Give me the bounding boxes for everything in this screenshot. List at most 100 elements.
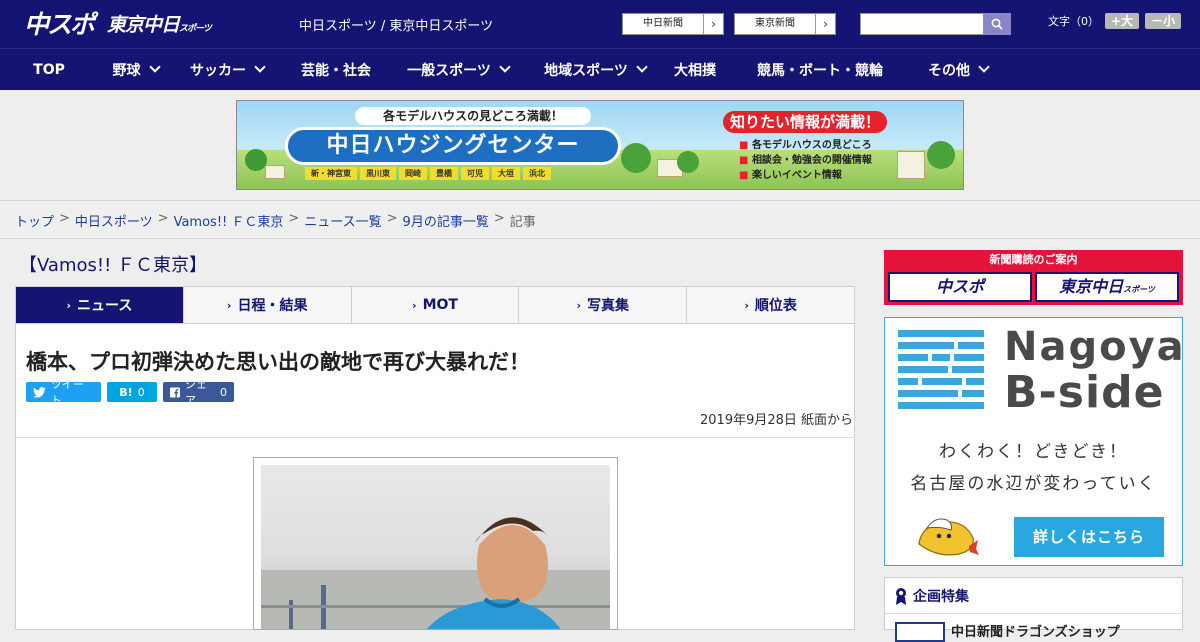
nav-item-entertainment[interactable]: 芸能・社会 — [281, 49, 391, 90]
ribbon-icon — [896, 587, 906, 605]
banner-area: 新・神宮東 — [305, 167, 357, 180]
tab-news[interactable]: › ニュース — [16, 287, 183, 331]
banner-area: 豊橋 — [430, 167, 458, 180]
banner-right-title: 知りたい情報が満載！ — [723, 111, 887, 133]
tab-standings[interactable]: › 順位表 — [686, 287, 854, 323]
house-decoration — [897, 151, 925, 179]
breadcrumb-separator: > — [59, 211, 70, 226]
chevron-down-icon — [148, 61, 161, 73]
chevron-down-icon — [978, 61, 990, 73]
main-nav: TOP 野球 サッカー 芸能・社会 一般スポーツ 地域スポーツ 大相撲 競馬・ボ… — [0, 48, 1200, 90]
bside-title: B-side — [1004, 367, 1165, 418]
twitter-bird-icon — [33, 386, 46, 398]
logo-chuspo[interactable]: 中スポ — [24, 5, 95, 41]
chevron-right-icon: › — [703, 14, 723, 34]
font-larger-button[interactable]: +大 — [1105, 13, 1140, 29]
fried-shrimp-mascot-icon — [918, 518, 979, 556]
nagoya-bside-ad[interactable]: Nagoya B-side わくわく！どきどき！ 名古屋の水辺が変わっていく 詳… — [884, 317, 1186, 566]
player-photo-illustration — [261, 517, 610, 629]
banner-feature: 各モデルハウスの見どころ — [739, 138, 872, 153]
breadcrumb-link-chunichi-sports[interactable]: 中日スポーツ — [75, 211, 153, 230]
nav-item-racing[interactable]: 競馬・ボート・競輪 — [725, 49, 915, 90]
search-input[interactable] — [860, 13, 983, 35]
breadcrumb-link-september[interactable]: 9月の記事一覧 — [403, 211, 489, 230]
article-photo[interactable] — [253, 457, 618, 630]
nagoya-copy-2: 名古屋の水辺が変わっていく — [910, 474, 1157, 494]
nav-item-top[interactable]: TOP — [0, 49, 98, 90]
chevron-right-icon: › — [412, 298, 417, 312]
hatena-icon: B! — [119, 385, 133, 399]
chevron-right-icon: › — [226, 298, 232, 312]
breadcrumb-link-top[interactable]: トップ — [15, 211, 54, 230]
tree-decoration — [927, 141, 955, 169]
special-features-header: 企画特集 — [885, 578, 1182, 614]
special-feature-item[interactable]: 中日新聞ドラゴンズショップ — [951, 621, 1120, 640]
house-decoration — [265, 165, 285, 179]
nav-item-local-sports[interactable]: 地域スポーツ — [525, 49, 665, 90]
tree-decoration — [621, 143, 651, 173]
facebook-icon — [170, 387, 180, 397]
nav-item-soccer[interactable]: サッカー — [173, 49, 281, 90]
subscription-box: 新聞購読のご案内 中スポ 東京中日スポーツ — [884, 250, 1183, 305]
special-features-box: 企画特集 中日新聞ドラゴンズショップ — [884, 577, 1183, 642]
housing-center-banner[interactable]: 各モデルハウスの見どころ満載！ 中日ハウジングセンター 新・神宮東 黒川東 岡崎… — [236, 100, 964, 190]
breadcrumb: トップ > 中日スポーツ > Vamos!! ＦＣ東京 > ニュース一覧 > 9… — [15, 211, 536, 230]
banner-feature: 楽しいイベント情報 — [739, 168, 872, 183]
font-size-label: 文字（0） — [1048, 15, 1099, 28]
banner-area: 大垣 — [492, 167, 520, 180]
banner-area: 黒川東 — [360, 167, 396, 180]
nav-item-baseball[interactable]: 野球 — [98, 49, 173, 90]
nagoya-title: Nagoya — [1004, 324, 1186, 370]
chevron-right-icon: › — [576, 298, 582, 312]
hatena-bookmark-button[interactable]: B! 0 — [107, 382, 157, 402]
breadcrumb-separator: > — [157, 211, 169, 226]
nav-item-other[interactable]: その他 — [915, 49, 1001, 90]
tweet-button[interactable]: ツイート — [26, 378, 101, 407]
nav-item-sumo[interactable]: 大相撲 — [665, 49, 725, 90]
breadcrumb-current: 記事 — [509, 215, 536, 230]
search-box — [860, 13, 1011, 35]
chevron-right-icon: › — [815, 14, 835, 34]
chevron-down-icon — [254, 61, 266, 73]
breadcrumb-separator: > — [288, 211, 300, 226]
subscribe-tokyo-chunichi-link[interactable]: 東京中日スポーツ — [1035, 272, 1179, 302]
subscription-caption: 新聞購読のご案内 — [989, 253, 1078, 266]
banner-feature-list: 各モデルハウスの見どころ 相談会・勉強会の開催情報 楽しいイベント情報 — [739, 138, 872, 183]
banner-area: 浜北 — [523, 167, 551, 180]
dragons-shop-thumbnail[interactable] — [895, 622, 945, 642]
hatena-count: 0 — [137, 385, 145, 399]
chunichi-shimbun-link[interactable]: 中日新聞 › — [622, 13, 724, 35]
site-name: 中日スポーツ / 東京中日スポーツ — [299, 19, 494, 34]
chevron-right-icon: › — [66, 298, 72, 312]
tab-mot[interactable]: › MOT — [350, 287, 519, 323]
banner-top-text: 各モデルハウスの見どころ満載！ — [355, 107, 591, 125]
search-icon — [991, 18, 1003, 30]
section-title: 【Vamos!! ＦＣ東京】 — [19, 255, 208, 276]
top-bar: 中スポ 東京中日スポーツ 中日スポーツ / 東京中日スポーツ 中日新聞 › 東京… — [0, 0, 1200, 48]
font-size-controls: 文字（0） +大 －小 — [1048, 13, 1182, 29]
banner-area-list: 新・神宮東 黒川東 岡崎 豊橋 可児 大垣 浜北 — [305, 167, 551, 180]
logo-tokyo-chunichi[interactable]: 東京中日スポーツ — [107, 10, 212, 37]
article-date: 2019年9月28日 紙面から — [700, 413, 854, 428]
tab-schedule-results[interactable]: › 日程・結果 — [182, 287, 351, 323]
subscription-links: 中スポ 東京中日スポーツ — [888, 272, 1179, 302]
tokyo-shimbun-link[interactable]: 東京新聞 › — [734, 13, 836, 35]
brick-logo-icon — [898, 330, 984, 412]
chevron-down-icon — [499, 61, 511, 73]
font-smaller-button[interactable]: －小 — [1145, 13, 1182, 29]
facebook-share-button[interactable]: シェア 0 — [163, 378, 234, 407]
search-button[interactable] — [983, 13, 1011, 35]
tab-photo-gallery[interactable]: › 写真集 — [518, 287, 686, 323]
nav-item-general-sports[interactable]: 一般スポーツ — [391, 49, 525, 90]
breadcrumb-link-news-list[interactable]: ニュース一覧 — [304, 211, 381, 230]
article-headline: 橋本、プロ初弾決めた思い出の敵地で再び大暴れだ！ — [26, 350, 530, 374]
banner-feature: 相談会・勉強会の開催情報 — [739, 153, 872, 168]
learn-more-button[interactable]: 詳しくはこちら — [1014, 517, 1164, 557]
section-tabs: › ニュース › 日程・結果 › MOT › 写真集 › 順位表 — [15, 286, 855, 331]
site-logo[interactable]: 中スポ 東京中日スポーツ — [24, 5, 212, 41]
breadcrumb-link-vamos[interactable]: Vamos!! ＦＣ東京 — [174, 211, 284, 230]
banner-area: 岡崎 — [399, 167, 427, 180]
photo-image — [261, 465, 610, 629]
subscribe-chuspo-link[interactable]: 中スポ — [888, 272, 1032, 302]
nagoya-copy-1: わくわく！どきどき！ — [939, 442, 1128, 462]
